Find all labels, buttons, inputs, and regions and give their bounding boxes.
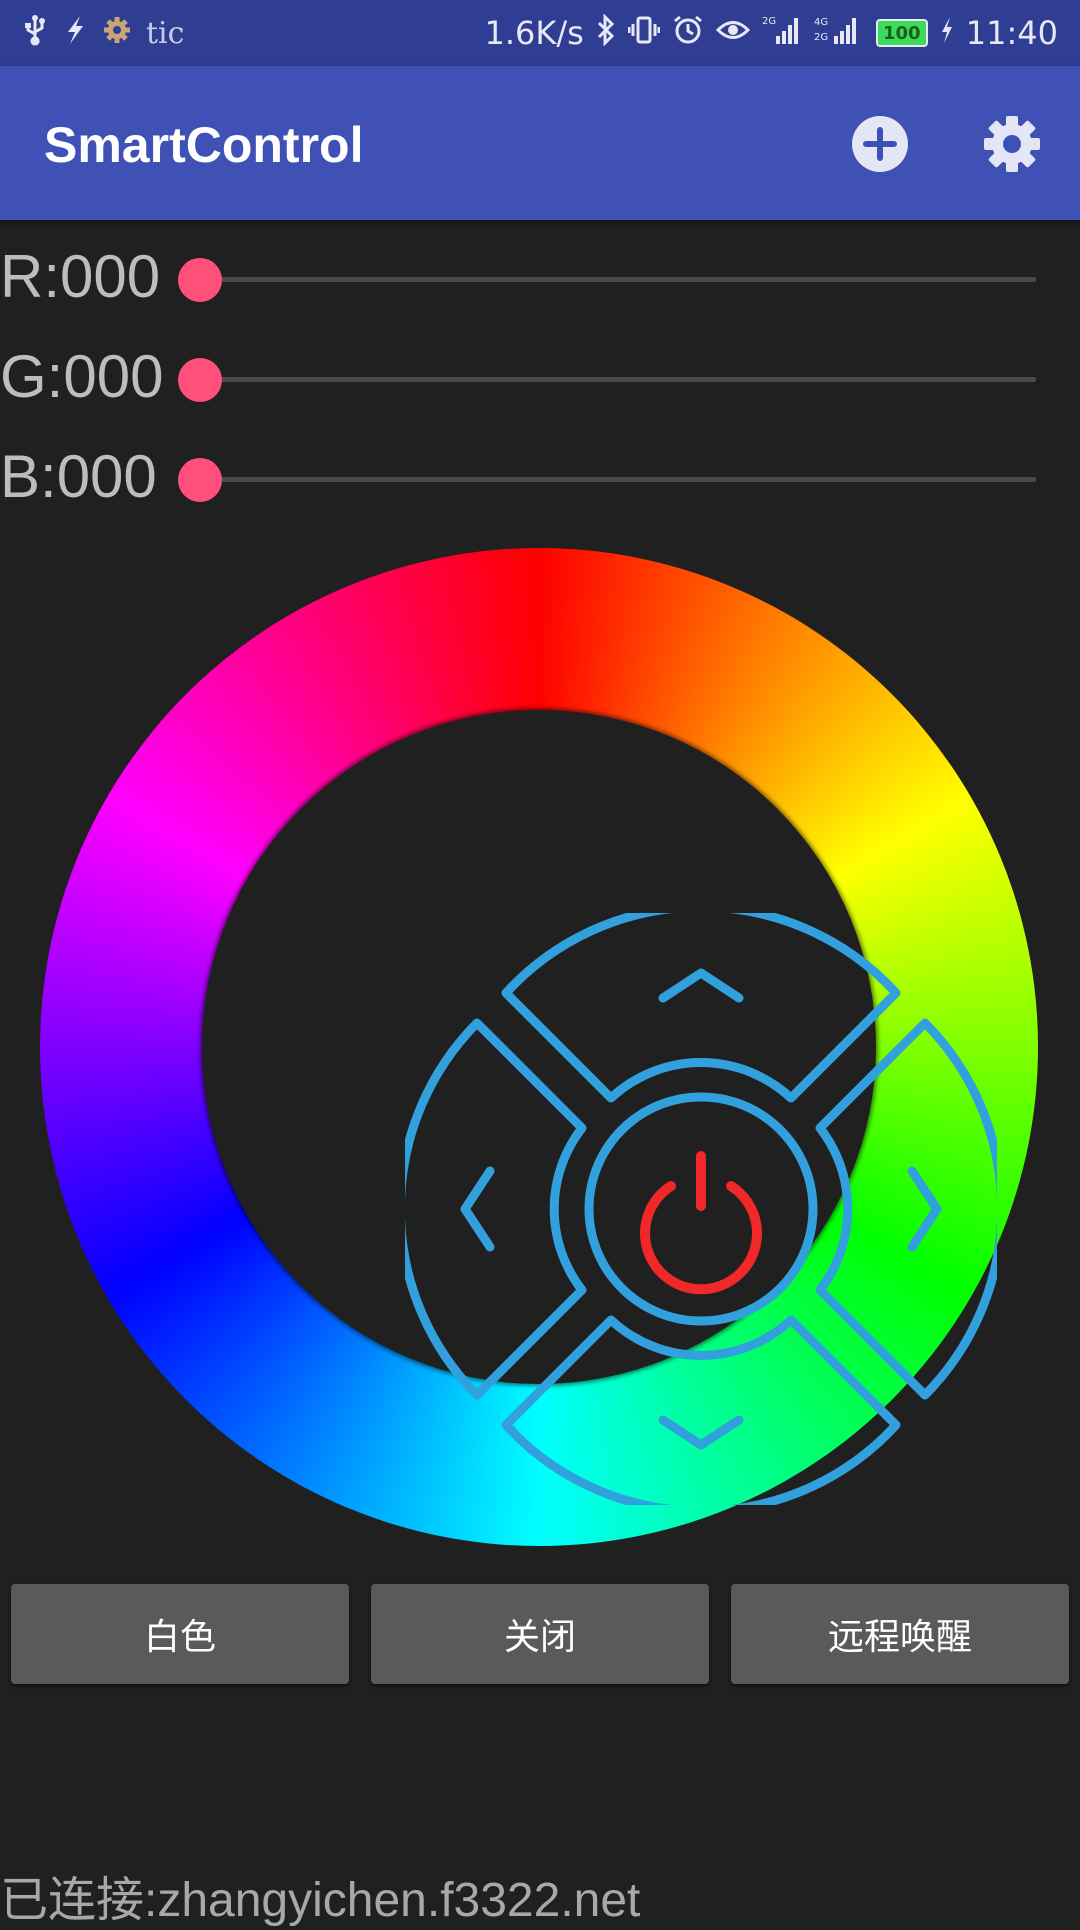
control-pad-background — [202, 710, 997, 1505]
slider-red-thumb[interactable] — [178, 258, 222, 302]
arrow-up-icon — [658, 968, 744, 1003]
svg-text:4G: 4G — [814, 17, 828, 28]
slider-green-label: G:000 — [0, 343, 164, 410]
add-button[interactable] — [848, 112, 912, 176]
status-time: 11:40 — [965, 14, 1058, 52]
battery-indicator: 100 — [875, 19, 928, 47]
slider-green: G:000 — [0, 338, 1080, 418]
usb-icon — [22, 14, 48, 52]
slider-red-label: R:000 — [0, 243, 161, 310]
settings-button[interactable] — [980, 112, 1044, 176]
pad-left-button[interactable] — [405, 1018, 587, 1400]
add-circle-icon — [852, 116, 908, 172]
svg-text:2G: 2G — [814, 32, 828, 43]
vibrate-icon — [627, 14, 661, 52]
white-button[interactable]: 白色 — [11, 1584, 349, 1684]
flash-icon — [62, 14, 88, 52]
status-bar: tic 1.6K/s 2G 4G 2G 100 11:40 — [0, 0, 1080, 66]
arrow-down-icon — [658, 1415, 744, 1450]
charging-icon — [940, 16, 954, 50]
slider-red-track[interactable] — [196, 277, 1036, 282]
alarm-icon — [672, 14, 704, 52]
control-pad-svg — [405, 913, 997, 1505]
status-bar-right: 1.6K/s 2G 4G 2G 100 11:40 — [484, 13, 1080, 52]
pad-up-button[interactable] — [501, 913, 901, 1103]
action-buttons: 白色 关闭 远程唤醒 — [0, 1584, 1080, 1684]
pad-right-button[interactable] — [815, 1018, 997, 1400]
power-icon — [640, 1151, 762, 1295]
signal-2g-icon: 2G — [762, 14, 802, 52]
signal-4g-icon: 4G 2G — [814, 14, 864, 52]
gear-icon — [102, 15, 132, 51]
svg-text:2G: 2G — [762, 16, 776, 27]
arrow-left-icon — [460, 1166, 495, 1252]
status-bar-app-text: tic — [146, 15, 185, 51]
app-title: SmartControl — [44, 117, 364, 173]
network-speed: 1.6K/s — [484, 14, 584, 52]
wake-on-lan-button[interactable]: 远程唤醒 — [731, 1584, 1069, 1684]
gear-icon — [984, 116, 1040, 172]
eye-icon — [715, 17, 750, 49]
app-bar: SmartControl — [0, 66, 1080, 220]
slider-blue-label: B:000 — [0, 443, 157, 510]
slider-blue-track[interactable] — [196, 477, 1036, 482]
arrow-right-icon — [907, 1166, 942, 1252]
bluetooth-icon — [596, 13, 616, 52]
slider-blue-thumb[interactable] — [178, 458, 222, 502]
slider-green-thumb[interactable] — [178, 358, 222, 402]
slider-green-track[interactable] — [196, 377, 1036, 382]
status-bar-left: tic — [0, 14, 184, 52]
color-wheel[interactable] — [40, 548, 1038, 1546]
slider-red: R:000 — [0, 238, 1080, 318]
off-button[interactable]: 关闭 — [371, 1584, 709, 1684]
slider-blue: B:000 — [0, 438, 1080, 518]
control-pad — [405, 913, 997, 1505]
pad-down-button[interactable] — [501, 1315, 901, 1505]
